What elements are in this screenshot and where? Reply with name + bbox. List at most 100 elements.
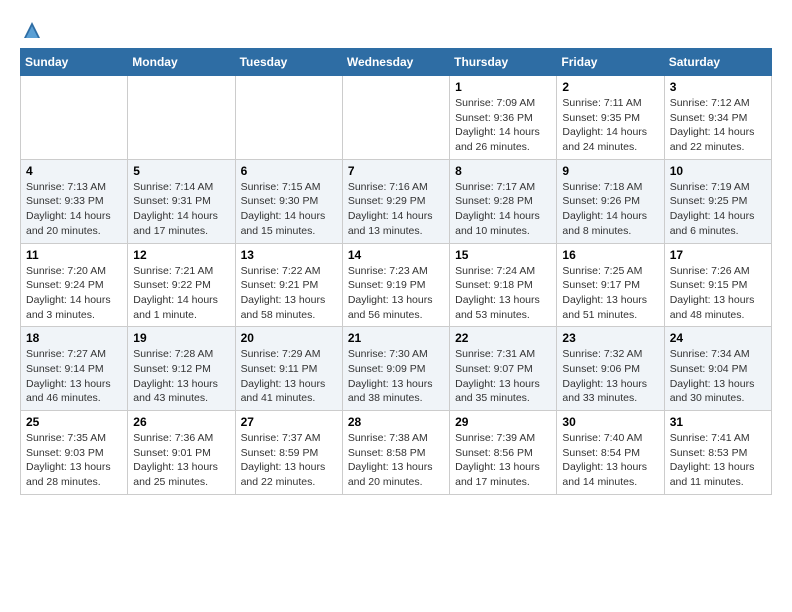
calendar-cell: 13 Sunrise: 7:22 AMSunset: 9:21 PMDayligh…: [235, 243, 342, 327]
day-number: 21: [348, 331, 444, 345]
calendar-cell: 18 Sunrise: 7:27 AMSunset: 9:14 PMDayligh…: [21, 327, 128, 411]
day-info: Sunrise: 7:16 AMSunset: 9:29 PMDaylight:…: [348, 180, 444, 239]
calendar-cell: 15 Sunrise: 7:24 AMSunset: 9:18 PMDayligh…: [450, 243, 557, 327]
calendar-cell: 25Sunrise: 7:35 AMSunset: 9:03 PMDayligh…: [21, 411, 128, 495]
day-of-week-header: Monday: [128, 49, 235, 76]
calendar-cell: 4 Sunrise: 7:13 AMSunset: 9:33 PMDaylight…: [21, 159, 128, 243]
day-info: Sunrise: 7:21 AMSunset: 9:22 PMDaylight:…: [133, 264, 229, 323]
day-number: 18: [26, 331, 122, 345]
calendar-cell: 28 Sunrise: 7:38 AMSunset: 8:58 PMDayligh…: [342, 411, 449, 495]
day-info: Sunrise: 7:26 AMSunset: 9:15 PMDaylight:…: [670, 264, 766, 323]
day-info: Sunrise: 7:30 AMSunset: 9:09 PMDaylight:…: [348, 347, 444, 406]
calendar-cell: 3 Sunrise: 7:12 AMSunset: 9:34 PMDaylight…: [664, 76, 771, 160]
day-info: Sunrise: 7:27 AMSunset: 9:14 PMDaylight:…: [26, 347, 122, 406]
day-number: 27: [241, 415, 337, 429]
day-number: 14: [348, 248, 444, 262]
calendar-cell: 27 Sunrise: 7:37 AMSunset: 8:59 PMDayligh…: [235, 411, 342, 495]
day-number: 30: [562, 415, 658, 429]
day-of-week-header: Wednesday: [342, 49, 449, 76]
day-info: Sunrise: 7:34 AMSunset: 9:04 PMDaylight:…: [670, 347, 766, 406]
calendar-cell: 1Sunrise: 7:09 AMSunset: 9:36 PMDaylight…: [450, 76, 557, 160]
calendar-cell: 5Sunrise: 7:14 AMSunset: 9:31 PMDaylight…: [128, 159, 235, 243]
calendar-cell: 22 Sunrise: 7:31 AMSunset: 9:07 PMDayligh…: [450, 327, 557, 411]
day-number: 19: [133, 331, 229, 345]
calendar-cell: 20 Sunrise: 7:29 AMSunset: 9:11 PMDayligh…: [235, 327, 342, 411]
calendar-cell: 9Sunrise: 7:18 AMSunset: 9:26 PMDaylight…: [557, 159, 664, 243]
day-info: Sunrise: 7:13 AMSunset: 9:33 PMDaylight:…: [26, 180, 122, 239]
day-number: 11: [26, 248, 122, 262]
day-number: 29: [455, 415, 551, 429]
day-number: 24: [670, 331, 766, 345]
day-info: Sunrise: 7:25 AMSunset: 9:17 PMDaylight:…: [562, 264, 658, 323]
calendar-week-row: 1Sunrise: 7:09 AMSunset: 9:36 PMDaylight…: [21, 76, 772, 160]
day-number: 26: [133, 415, 229, 429]
day-info: Sunrise: 7:15 AMSunset: 9:30 PMDaylight:…: [241, 180, 337, 239]
calendar-cell: 7Sunrise: 7:16 AMSunset: 9:29 PMDaylight…: [342, 159, 449, 243]
day-info: Sunrise: 7:18 AMSunset: 9:26 PMDaylight:…: [562, 180, 658, 239]
calendar-cell: 2Sunrise: 7:11 AMSunset: 9:35 PMDaylight…: [557, 76, 664, 160]
calendar-cell: [128, 76, 235, 160]
day-info: Sunrise: 7:17 AMSunset: 9:28 PMDaylight:…: [455, 180, 551, 239]
day-number: 12: [133, 248, 229, 262]
day-info: Sunrise: 7:40 AMSunset: 8:54 PMDaylight:…: [562, 431, 658, 490]
day-info: Sunrise: 7:36 AMSunset: 9:01 PMDaylight:…: [133, 431, 229, 490]
day-of-week-header: Sunday: [21, 49, 128, 76]
calendar-cell: 17 Sunrise: 7:26 AMSunset: 9:15 PMDayligh…: [664, 243, 771, 327]
day-number: 13: [241, 248, 337, 262]
day-of-week-header: Saturday: [664, 49, 771, 76]
day-number: 20: [241, 331, 337, 345]
day-number: 6: [241, 164, 337, 178]
day-number: 28: [348, 415, 444, 429]
calendar-cell: 30 Sunrise: 7:40 AMSunset: 8:54 PMDayligh…: [557, 411, 664, 495]
calendar-week-row: 4 Sunrise: 7:13 AMSunset: 9:33 PMDaylight…: [21, 159, 772, 243]
calendar-week-row: 18 Sunrise: 7:27 AMSunset: 9:14 PMDayligh…: [21, 327, 772, 411]
calendar-cell: 6 Sunrise: 7:15 AMSunset: 9:30 PMDaylight…: [235, 159, 342, 243]
day-number: 15: [455, 248, 551, 262]
calendar-cell: 21 Sunrise: 7:30 AMSunset: 9:09 PMDayligh…: [342, 327, 449, 411]
day-number: 22: [455, 331, 551, 345]
calendar-cell: 16Sunrise: 7:25 AMSunset: 9:17 PMDayligh…: [557, 243, 664, 327]
day-info: Sunrise: 7:39 AMSunset: 8:56 PMDaylight:…: [455, 431, 551, 490]
day-number: 1: [455, 80, 551, 94]
day-info: Sunrise: 7:41 AMSunset: 8:53 PMDaylight:…: [670, 431, 766, 490]
calendar-cell: 14 Sunrise: 7:23 AMSunset: 9:19 PMDayligh…: [342, 243, 449, 327]
calendar-cell: 31 Sunrise: 7:41 AMSunset: 8:53 PMDayligh…: [664, 411, 771, 495]
calendar-cell: 10 Sunrise: 7:19 AMSunset: 9:25 PMDayligh…: [664, 159, 771, 243]
day-info: Sunrise: 7:38 AMSunset: 8:58 PMDaylight:…: [348, 431, 444, 490]
day-number: 17: [670, 248, 766, 262]
calendar-cell: 11 Sunrise: 7:20 AMSunset: 9:24 PMDayligh…: [21, 243, 128, 327]
calendar-cell: [235, 76, 342, 160]
day-number: 10: [670, 164, 766, 178]
logo: [20, 20, 42, 40]
day-info: Sunrise: 7:20 AMSunset: 9:24 PMDaylight:…: [26, 264, 122, 323]
day-number: 5: [133, 164, 229, 178]
calendar-cell: [342, 76, 449, 160]
day-info: Sunrise: 7:23 AMSunset: 9:19 PMDaylight:…: [348, 264, 444, 323]
day-of-week-header: Friday: [557, 49, 664, 76]
day-info: Sunrise: 7:22 AMSunset: 9:21 PMDaylight:…: [241, 264, 337, 323]
day-info: Sunrise: 7:29 AMSunset: 9:11 PMDaylight:…: [241, 347, 337, 406]
calendar-cell: [21, 76, 128, 160]
day-info: Sunrise: 7:37 AMSunset: 8:59 PMDaylight:…: [241, 431, 337, 490]
day-info: Sunrise: 7:32 AMSunset: 9:06 PMDaylight:…: [562, 347, 658, 406]
day-info: Sunrise: 7:31 AMSunset: 9:07 PMDaylight:…: [455, 347, 551, 406]
day-of-week-header: Thursday: [450, 49, 557, 76]
calendar-cell: 26 Sunrise: 7:36 AMSunset: 9:01 PMDayligh…: [128, 411, 235, 495]
calendar-cell: 19 Sunrise: 7:28 AMSunset: 9:12 PMDayligh…: [128, 327, 235, 411]
calendar-cell: 12 Sunrise: 7:21 AMSunset: 9:22 PMDayligh…: [128, 243, 235, 327]
day-number: 23: [562, 331, 658, 345]
day-info: Sunrise: 7:19 AMSunset: 9:25 PMDaylight:…: [670, 180, 766, 239]
day-info: Sunrise: 7:28 AMSunset: 9:12 PMDaylight:…: [133, 347, 229, 406]
calendar-cell: 8Sunrise: 7:17 AMSunset: 9:28 PMDaylight…: [450, 159, 557, 243]
day-info: Sunrise: 7:12 AMSunset: 9:34 PMDaylight:…: [670, 96, 766, 155]
day-number: 25: [26, 415, 122, 429]
calendar-cell: 29 Sunrise: 7:39 AMSunset: 8:56 PMDayligh…: [450, 411, 557, 495]
day-info: Sunrise: 7:24 AMSunset: 9:18 PMDaylight:…: [455, 264, 551, 323]
day-number: 3: [670, 80, 766, 94]
calendar-week-row: 25Sunrise: 7:35 AMSunset: 9:03 PMDayligh…: [21, 411, 772, 495]
day-number: 2: [562, 80, 658, 94]
day-number: 4: [26, 164, 122, 178]
day-number: 31: [670, 415, 766, 429]
calendar-cell: 24 Sunrise: 7:34 AMSunset: 9:04 PMDayligh…: [664, 327, 771, 411]
logo-icon: [22, 20, 42, 40]
